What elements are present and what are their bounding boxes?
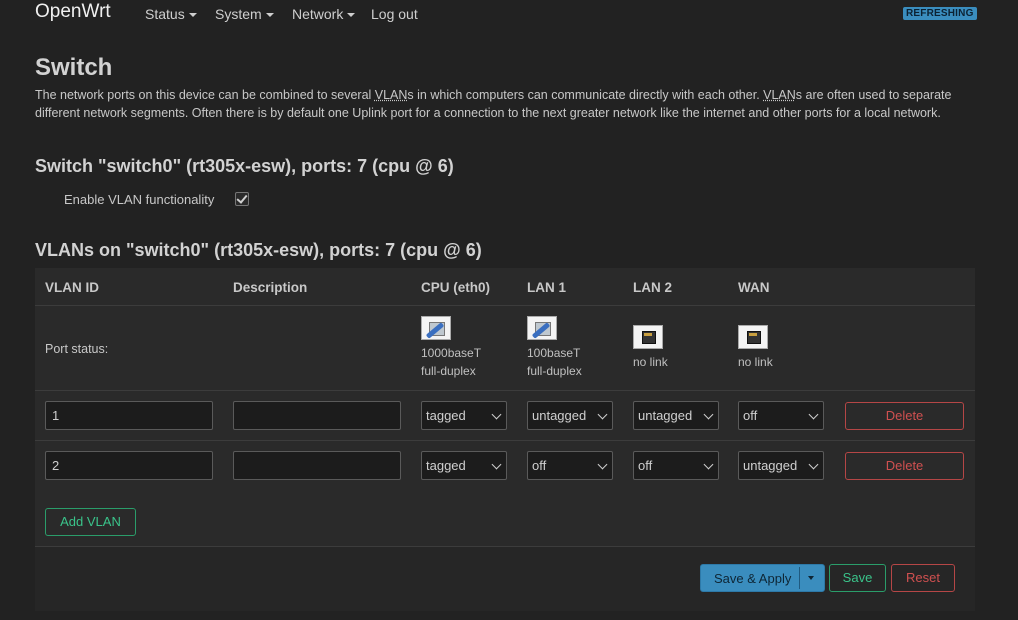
chevron-down-icon (703, 409, 714, 420)
status-badge[interactable]: REFRESHING (903, 7, 977, 20)
port-duplex: full-duplex (527, 364, 582, 378)
menu-status[interactable]: Status (145, 6, 197, 22)
port-up-icon (421, 316, 451, 340)
menu-logout[interactable]: Log out (371, 6, 418, 22)
col-header-description: Description (233, 280, 308, 295)
switch-section-title: Switch "switch0" (rt305x-esw), ports: 7 … (35, 156, 454, 176)
port-status-label: Port status: (45, 342, 109, 356)
port-duplex: full-duplex (421, 364, 476, 378)
divider (35, 305, 975, 306)
chevron-down-icon (703, 459, 714, 470)
port-status-lan1: 100baseT full-duplex (527, 316, 582, 380)
port-link: no link (738, 355, 773, 369)
action-footer: Save & Apply Save Reset (35, 546, 975, 611)
port-select-lan2[interactable]: off (633, 451, 719, 480)
port-down-icon (738, 325, 768, 349)
vlan-description-input[interactable] (233, 451, 401, 480)
select-value: tagged (426, 458, 466, 473)
divider (35, 390, 975, 391)
chevron-down-icon (491, 459, 502, 470)
chevron-down-icon (265, 13, 274, 18)
chevron-down-icon (347, 13, 356, 18)
col-header-cpu: CPU (eth0) (421, 280, 491, 295)
col-header-lan1: LAN 1 (527, 280, 567, 295)
menu-logout-label: Log out (371, 6, 418, 22)
chevron-down-icon (188, 13, 197, 18)
enable-vlan-label: Enable VLAN functionality (64, 192, 215, 207)
vlan-description-input[interactable] (233, 401, 401, 430)
col-header-lan2: LAN 2 (633, 280, 673, 295)
enable-vlan-checkbox[interactable] (235, 192, 249, 206)
chevron-down-icon (808, 459, 819, 470)
reset-button[interactable]: Reset (891, 564, 955, 592)
select-value: tagged (426, 408, 466, 423)
menu-system[interactable]: System (215, 6, 274, 22)
vlan-id-input[interactable] (45, 401, 213, 430)
port-select-lan1[interactable]: untagged (527, 401, 613, 430)
port-up-icon (527, 316, 557, 340)
port-select-cpu[interactable]: tagged (421, 451, 507, 480)
select-value: untagged (638, 408, 693, 423)
menu-network-label: Network (292, 6, 344, 22)
split-divider (799, 567, 800, 589)
menu-status-label: Status (145, 6, 185, 22)
menu-system-label: System (215, 6, 262, 22)
add-vlan-button[interactable]: Add VLAN (45, 508, 136, 536)
vlan-abbr: VLAN (374, 88, 408, 102)
port-status-wan: no link (738, 325, 773, 371)
port-speed: 1000baseT (421, 346, 482, 360)
vlan-section-title: VLANs on "switch0" (rt305x-esw), ports: … (35, 240, 482, 260)
col-header-vlan-id: VLAN ID (45, 280, 99, 295)
brand-logo[interactable]: OpenWrt (35, 1, 111, 23)
port-down-icon (633, 325, 663, 349)
chevron-down-icon (491, 409, 502, 420)
chevron-down-icon (808, 409, 819, 420)
select-value: untagged (743, 458, 798, 473)
delete-vlan-button[interactable]: Delete (845, 402, 964, 430)
port-status-cpu: 1000baseT full-duplex (421, 316, 481, 380)
port-select-wan[interactable]: untagged (738, 451, 824, 480)
port-speed: 100baseT (527, 346, 581, 360)
top-navbar: OpenWrt Status System Network Log out RE… (0, 0, 1018, 28)
save-apply-button[interactable]: Save & Apply (700, 564, 825, 592)
page-description: The network ports on this device can be … (35, 86, 975, 122)
menu-network[interactable]: Network (292, 6, 356, 22)
port-select-wan[interactable]: off (738, 401, 824, 430)
checkmark-icon (236, 192, 248, 204)
delete-vlan-button[interactable]: Delete (845, 452, 964, 480)
col-header-wan: WAN (738, 280, 770, 295)
chevron-down-icon (597, 459, 608, 470)
chevron-down-icon (597, 409, 608, 420)
port-status-lan2: no link (633, 325, 668, 371)
description-text: s in which computers can communicate dir… (407, 88, 764, 102)
vlan-id-input[interactable] (45, 451, 213, 480)
page-title: Switch (35, 54, 113, 81)
save-button[interactable]: Save (829, 564, 886, 592)
port-select-cpu[interactable]: tagged (421, 401, 507, 430)
description-text: The network ports on this device can be … (35, 88, 375, 102)
port-select-lan1[interactable]: off (527, 451, 613, 480)
port-link: no link (633, 355, 668, 369)
save-apply-label: Save & Apply (714, 571, 792, 586)
select-value: untagged (532, 408, 587, 423)
vlan-table: VLAN ID Description CPU (eth0) LAN 1 LAN… (35, 268, 975, 611)
vlan-abbr: VLAN (763, 88, 796, 102)
port-select-lan2[interactable]: untagged (633, 401, 719, 430)
select-value: off (638, 458, 653, 473)
divider (35, 440, 975, 441)
select-value: off (532, 458, 547, 473)
chevron-down-icon[interactable] (808, 576, 814, 580)
select-value: off (743, 408, 758, 423)
